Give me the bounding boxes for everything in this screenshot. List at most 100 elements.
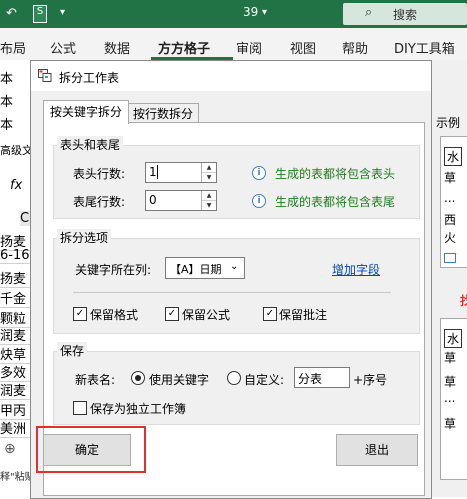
ribbon-item[interactable]: 本	[0, 114, 32, 133]
example-cell: 草	[444, 351, 457, 365]
save-as-workbook-checkbox[interactable]	[73, 401, 87, 415]
footer-hint: 生成的表都将包含表尾	[275, 195, 396, 209]
example-label: 示例	[436, 116, 461, 130]
example-cell: 草	[444, 375, 457, 389]
keyword-column-value: 【A】日期	[170, 263, 222, 276]
info-icon: i	[252, 194, 266, 208]
exit-button[interactable]: 退出	[336, 434, 418, 466]
tab-label: 按关键字拆分	[49, 105, 122, 119]
ribbon-tab-bar: 布局 公式 数据 方方格子 审阅 视图 帮助 DIY工具箱	[0, 28, 467, 61]
example-cell: ...	[444, 391, 456, 405]
cell[interactable]: 甲丙	[0, 400, 32, 420]
new-table-name-label: 新表名:	[75, 373, 116, 387]
search-placeholder: 搜索	[393, 8, 418, 22]
ribbon-item[interactable]: 本	[0, 91, 32, 110]
example-cell: 水	[444, 147, 463, 166]
ok-button-highlight	[36, 426, 146, 473]
keep-formula-label[interactable]: 保留公式	[182, 306, 230, 323]
cell[interactable]: 多效	[0, 362, 32, 382]
example-cell: 水	[444, 329, 463, 348]
ribbon-item[interactable]: 本	[0, 68, 32, 87]
spinner-up-icon[interactable]: ▲	[202, 163, 216, 173]
header-rows-spinner[interactable]: 1 ▲ ▼	[145, 162, 217, 183]
chevron-down-icon: ⌄	[230, 261, 239, 272]
custom-name-input[interactable]: 分表	[294, 367, 350, 388]
use-keyword-radio[interactable]	[131, 371, 145, 385]
cell[interactable]: 6-16	[0, 248, 32, 264]
header-rows-label: 表头行数:	[73, 167, 126, 181]
title-dropdown-icon[interactable]: ▾	[262, 7, 267, 18]
group-title: 保存	[57, 342, 88, 359]
radio-dot	[135, 375, 141, 381]
example-box-bottom: 水 草 草 ... 草	[440, 318, 467, 480]
keep-comment-checkbox[interactable]: ✓	[263, 307, 277, 321]
file-icon[interactable]: S	[33, 5, 47, 23]
header-rows-value: 1	[149, 165, 157, 179]
status-bar-text: 释"粘贴	[0, 472, 32, 483]
tab-review[interactable]: 审阅	[236, 38, 262, 57]
example-arrow-label: 找	[460, 294, 467, 308]
use-keyword-label[interactable]: 使用关键字	[149, 371, 209, 388]
dialog-title-bar[interactable]: 拆分工作表	[31, 61, 431, 91]
footer-rows-spinner[interactable]: 0 ▲ ▼	[145, 190, 217, 211]
tab-layout[interactable]: 布局	[0, 38, 26, 57]
spinner-buttons: ▲ ▼	[201, 191, 216, 210]
app-icon	[38, 69, 52, 82]
footer-rows-value: 0	[149, 193, 157, 207]
divider	[73, 292, 391, 293]
keyword-column-label: 关键字所在列:	[75, 263, 152, 277]
dialog-title: 拆分工作表	[59, 71, 120, 85]
tab-view[interactable]: 视图	[290, 38, 316, 57]
custom-name-value: 分表	[298, 372, 323, 386]
footer-rows-label: 表尾行数:	[73, 195, 126, 209]
example-cell: 西	[444, 213, 457, 227]
undo-icon[interactable]: ↶	[6, 6, 17, 21]
tab-split-by-keyword[interactable]: 按关键字拆分	[43, 100, 129, 124]
keep-format-checkbox[interactable]: ✓	[73, 307, 87, 321]
tab-data[interactable]: 数据	[104, 38, 130, 57]
cell[interactable]: 千金	[0, 288, 32, 308]
split-worksheet-dialog: 拆分工作表 按关键字拆分 按行数拆分 表头和表尾 表头行数: 1 ▲ ▼ i 生…	[30, 60, 432, 499]
search-box[interactable]: ⌕ 搜索	[343, 3, 467, 25]
sheet-tab-icon	[444, 253, 456, 263]
spinner-down-icon[interactable]: ▼	[202, 173, 216, 182]
search-icon: ⌕	[365, 5, 373, 20]
group-title: 拆分选项	[57, 229, 112, 246]
cell[interactable]: 润麦	[0, 380, 32, 400]
keep-format-label[interactable]: 保留格式	[90, 306, 138, 323]
keep-formula-checkbox[interactable]: ✓	[165, 307, 179, 321]
spinner-down-icon[interactable]: ▼	[202, 201, 216, 210]
sheet-left-strip: 本 本 本 高级文 fx C 扬麦 6-16 扬麦 千金 颗粒 润麦 炔草 多效…	[0, 60, 52, 497]
cell[interactable]: 扬麦	[0, 268, 32, 288]
example-panel: 示例 水 草 ... 西 火 找 水 草 草 ... 草	[430, 60, 467, 497]
tab-diy-toolbox[interactable]: DIY工具箱	[394, 38, 455, 57]
example-cell: 草	[444, 171, 457, 185]
tab-label: 按行数拆分	[132, 107, 193, 121]
example-box-top: 水 草 ... 西 火	[440, 136, 467, 268]
group-title: 表头和表尾	[57, 136, 124, 153]
example-cell: 草	[444, 417, 457, 431]
info-icon: i	[252, 166, 266, 180]
spinner-buttons: ▲ ▼	[201, 163, 216, 182]
custom-radio[interactable]	[227, 371, 241, 385]
add-field-link[interactable]: 增加字段	[332, 261, 380, 278]
text-cursor	[157, 165, 158, 179]
tab-formulas[interactable]: 公式	[50, 38, 76, 57]
keyword-column-select[interactable]: 【A】日期 ⌄	[165, 257, 245, 279]
ribbon-group-label: 高级文	[0, 144, 32, 157]
sequence-suffix: +序号	[353, 373, 388, 387]
keep-comment-label[interactable]: 保留批注	[279, 306, 327, 323]
cell[interactable]: 美洲	[0, 418, 32, 438]
quick-access-dropdown-icon[interactable]: ▾	[60, 7, 65, 18]
cell[interactable]: 润麦	[0, 325, 32, 345]
spinner-up-icon[interactable]: ▲	[202, 191, 216, 201]
tab-fangfang[interactable]: 方方格子	[158, 38, 210, 57]
save-as-workbook-label[interactable]: 保存为独立工作簿	[90, 400, 186, 417]
custom-label[interactable]: 自定义:	[244, 371, 284, 388]
exit-button-label: 退出	[364, 443, 389, 457]
tab-help[interactable]: 帮助	[342, 38, 368, 57]
example-cell: ...	[444, 191, 456, 205]
cell[interactable]: 炔草	[0, 344, 32, 364]
tab-split-by-rows[interactable]: 按行数拆分	[127, 103, 199, 124]
header-hint: 生成的表都将包含表头	[275, 167, 396, 181]
